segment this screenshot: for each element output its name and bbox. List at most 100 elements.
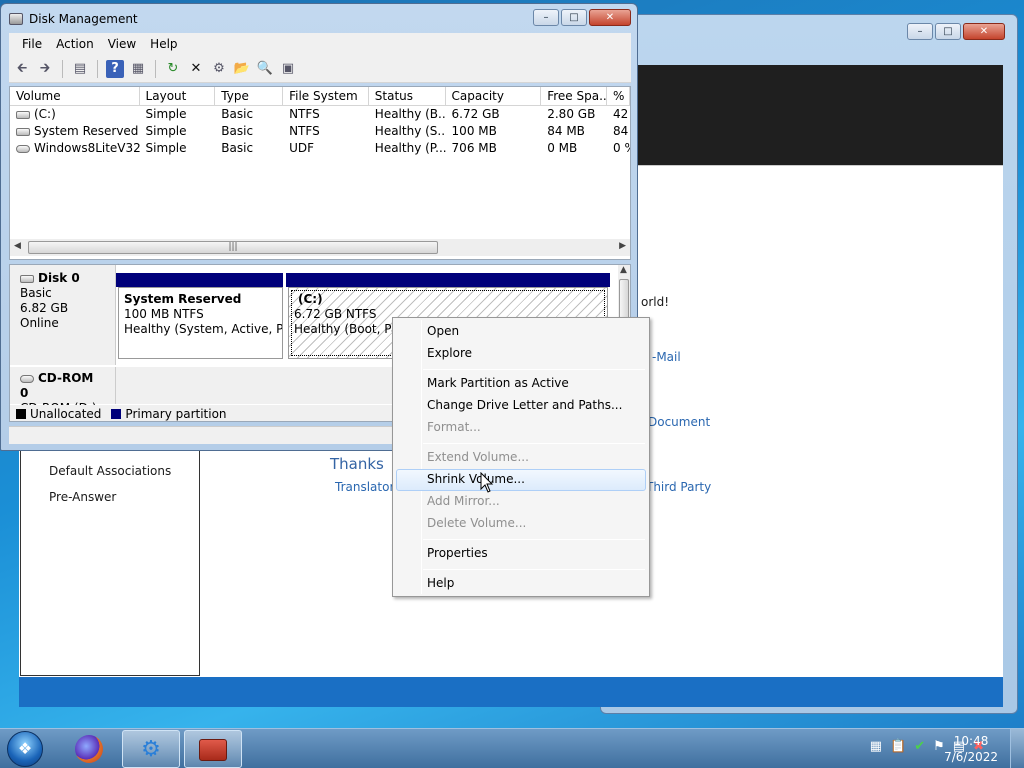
menu-bar: File Action View Help [9,33,631,55]
scroll-right-icon[interactable]: ▶ [619,241,626,251]
column-header-capacity[interactable]: Capacity [446,87,542,105]
cell-layout: Simple [145,141,187,155]
taskbar-settings-app[interactable]: ⚙ [122,730,180,768]
cell-type: Basic [221,141,254,155]
disk0-size: 6.82 GB [20,301,69,315]
column-header-volume[interactable]: Volume [10,87,140,105]
delete-icon[interactable]: ✕ [187,60,205,78]
menu-item-explore[interactable]: Explore [427,346,472,360]
volume-name: Windows8LiteV32... [34,141,140,155]
cell-file-system: NTFS [289,107,320,121]
menu-action[interactable]: Action [53,37,97,51]
taskbar-disk-management[interactable] [184,730,242,768]
menu-item-help[interactable]: Help [427,576,454,590]
bg-link-third-party[interactable]: Third Party [646,480,711,494]
table-row[interactable]: System Reserved Simple Basic NTFS Health… [10,123,630,140]
show-desktop-button[interactable] [1010,729,1024,768]
clock-time: 10:48 [953,734,989,748]
bg-link-document[interactable]: Document [648,415,710,429]
cell-free-space: 0 MB [547,141,578,155]
column-header-layout[interactable]: Layout [140,87,216,105]
cell-type: Basic [221,124,254,138]
cell-capacity: 6.72 GB [451,107,500,121]
refresh-icon[interactable]: ↻ [164,60,182,78]
clock-date: 7/6/2022 [944,750,998,764]
clipboard-icon[interactable]: 📋 [890,739,906,754]
security-icon[interactable]: ✔ [914,739,925,754]
menu-separator [423,569,645,570]
cdrom0-label[interactable]: CD-ROM 0 CD-ROM (D:) [10,367,116,415]
cell-volume: System Reserved [10,123,140,140]
help-icon[interactable]: ? [106,59,124,78]
bg-left-item-default-associations[interactable]: Default Associations [49,464,171,478]
column-header-file-system[interactable]: File System [283,87,369,105]
menu-file[interactable]: File [19,37,45,51]
column-header-free-space[interactable]: Free Spa... [541,87,608,105]
horizontal-scrollbar[interactable]: ◀ ||| ▶ [10,239,630,256]
menu-item-mark-active[interactable]: Mark Partition as Active [427,376,569,390]
menu-item-shrink-volume[interactable]: Shrink Volume... [427,472,525,486]
minimize-button[interactable]: – [533,9,559,26]
forward-icon[interactable]: 🡲 [36,60,54,78]
partition-bar-c [286,273,610,287]
menu-item-properties[interactable]: Properties [427,546,488,560]
drive-icon [16,127,30,136]
settings-icon[interactable]: ⚙ [210,60,228,78]
rescan-icon[interactable]: ▣ [279,60,297,78]
partition-name: System Reserved [124,292,242,306]
disk0-label[interactable]: Disk 0 Basic 6.82 GB Online [10,265,116,365]
scroll-up-icon[interactable]: ▲ [620,265,627,275]
menu-item-format: Format... [427,420,481,434]
flag-icon[interactable]: ⚑ [933,739,945,754]
table-row[interactable]: Windows8LiteV32... Simple Basic UDF Heal… [10,140,630,157]
minimize-button[interactable]: – [907,23,933,40]
partition-system-reserved[interactable]: System Reserved 100 MB NTFS Healthy (Sys… [118,287,283,359]
volume-list[interactable]: Volume Layout Type File System Status Ca… [9,86,631,260]
cd-drive-icon [16,144,30,153]
partition-size: 100 MB NTFS [124,307,204,321]
menu-view[interactable]: View [105,37,139,51]
open-folder-icon[interactable]: 📂 [233,60,251,78]
taskbar-firefox[interactable] [60,730,118,768]
close-button[interactable]: ✕ [963,23,1005,40]
volume-name: System Reserved [34,124,139,138]
firefox-icon [75,735,103,763]
menu-help[interactable]: Help [147,37,180,51]
close-button[interactable]: ✕ [589,9,631,26]
toolbox-icon [199,739,227,761]
bg-link-translator[interactable]: Translator [335,480,394,494]
bg-link-email[interactable]: -Mail [652,350,681,364]
scrollbar-thumb[interactable]: ||| [28,241,438,254]
maximize-button[interactable]: □ [935,23,961,40]
menu-item-add-mirror: Add Mirror... [427,494,500,508]
console-tree-icon[interactable]: ▤ [71,60,89,78]
menu-item-extend-volume: Extend Volume... [427,450,529,464]
partition-name: (C:) [298,292,323,306]
menu-item-change-drive-letter[interactable]: Change Drive Letter and Paths... [427,398,622,412]
clock[interactable]: 10:48 7/6/2022 [944,733,998,765]
column-header-status[interactable]: Status [369,87,446,105]
scrollbar-thumb[interactable] [619,279,629,321]
disk-management-icon [9,13,23,25]
menu-separator [423,539,645,540]
back-icon[interactable]: 🡰 [13,60,31,78]
search-icon[interactable]: 🔍 [256,60,274,78]
context-menu[interactable]: Open Explore Mark Partition as Active Ch… [392,317,650,597]
cell-file-system: NTFS [289,124,320,138]
title-bar: Disk Management [9,10,138,28]
volume-name: (C:) [34,107,56,121]
scroll-left-icon[interactable]: ◀ [14,241,21,251]
menu-item-open[interactable]: Open [427,324,459,338]
table-row[interactable]: (C:) Simple Basic NTFS Healthy (B... 6.7… [10,106,630,123]
disk-icon [20,274,34,283]
properties-icon[interactable]: ▦ [129,60,147,78]
action-center-icon[interactable]: ▦ [870,739,882,754]
column-header-type[interactable]: Type [215,87,284,105]
maximize-button[interactable]: □ [561,9,587,26]
column-header-percent-free[interactable]: % F [607,87,630,105]
start-button[interactable]: ❖ [7,731,43,767]
legend-label-unallocated: Unallocated [30,406,102,421]
bg-left-item-pre-answer[interactable]: Pre-Answer [49,490,116,504]
cell-free-space: 2.80 GB [547,107,596,121]
background-window[interactable]: – □ ✕ [19,14,1018,714]
